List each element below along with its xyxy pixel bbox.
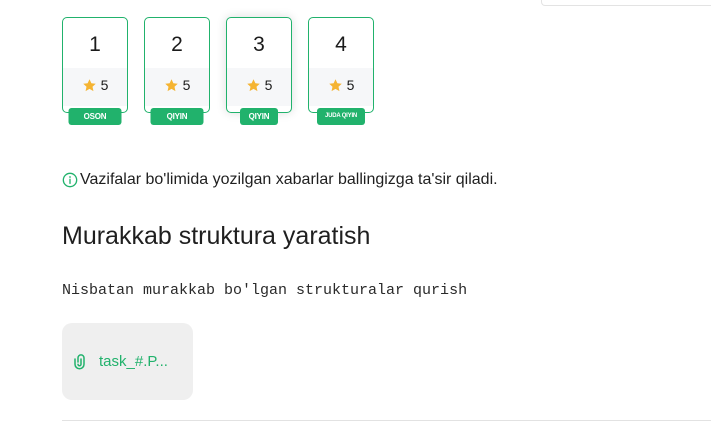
- attachment-file[interactable]: task_#.P...: [62, 323, 193, 400]
- task-card-3[interactable]: 3 5 QIYIN: [226, 17, 292, 125]
- task-number: 4: [335, 33, 347, 56]
- task-number: 3: [253, 33, 265, 56]
- difficulty-badge: OSON: [68, 108, 122, 125]
- task-score: 5: [309, 77, 373, 93]
- star-icon: [82, 78, 96, 91]
- task-number: 2: [171, 33, 183, 56]
- task-card-4[interactable]: 4 5 JUDA QIYIN: [308, 17, 374, 125]
- star-icon: [328, 78, 342, 91]
- info-icon: [62, 172, 78, 188]
- task-page: 1 5 OSON 2 5 QIYIN 3 5 QIYIN 4 5 JUDA QI…: [0, 0, 711, 428]
- task-score: 5: [63, 77, 127, 93]
- task-card-2[interactable]: 2 5 QIYIN: [144, 17, 210, 125]
- difficulty-badge: QIYIN: [240, 108, 278, 125]
- task-title: Murakkab struktura yaratish: [62, 222, 371, 250]
- task-cards: 1 5 OSON 2 5 QIYIN 3 5 QIYIN 4 5 JUDA QI…: [62, 17, 390, 125]
- notice-text: Vazifalar bo'limida yozilgan xabarlar ba…: [80, 171, 498, 188]
- star-icon: [246, 78, 260, 91]
- score-value: 5: [100, 77, 109, 93]
- task-score: 5: [145, 77, 209, 93]
- score-value: 5: [264, 77, 273, 93]
- task-number: 1: [89, 33, 101, 56]
- score-value: 5: [346, 77, 355, 93]
- difficulty-badge: JUDA QIYIN: [317, 108, 365, 125]
- paperclip-icon: [74, 353, 85, 369]
- top-right-panel-edge: [541, 0, 711, 6]
- scoring-notice: Vazifalar bo'limida yozilgan xabarlar ba…: [62, 171, 498, 189]
- task-description: Nisbatan murakkab bo'lgan strukturalar q…: [62, 282, 468, 299]
- score-value: 5: [182, 77, 191, 93]
- difficulty-badge: QIYIN: [150, 108, 204, 125]
- section-divider: [62, 420, 711, 421]
- task-card-1[interactable]: 1 5 OSON: [62, 17, 128, 125]
- attachment-name: task_#.P...: [99, 353, 168, 370]
- star-icon: [164, 78, 178, 91]
- task-score: 5: [227, 77, 291, 93]
